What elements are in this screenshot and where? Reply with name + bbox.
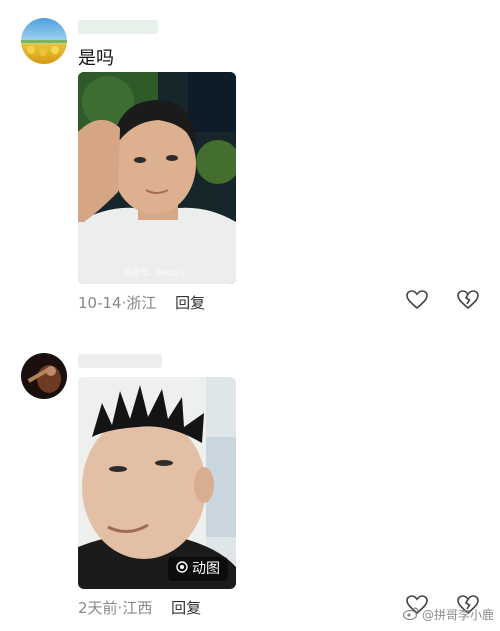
reply-button[interactable]: 回复 <box>171 599 201 617</box>
reply-button[interactable]: 回复 <box>175 294 205 312</box>
heart-outline-icon[interactable] <box>406 290 428 310</box>
comment-location: 江西 <box>122 599 153 617</box>
comment-item: 是吗 抖音号：dxkszl1 10-14·浙江 回复 <box>0 0 500 330</box>
avatar[interactable] <box>21 353 67 399</box>
comment-date: 10-14 <box>78 294 122 312</box>
gif-badge: 动图 <box>168 557 228 581</box>
username-redacted[interactable] <box>78 354 162 368</box>
comment-photo[interactable]: 动图 <box>78 377 236 589</box>
comment-photo[interactable]: 抖音号：dxkszl1 <box>78 72 236 284</box>
comment-item: 动图 2天前·江西 回复 @拼哥李小鹿 <box>0 335 500 631</box>
comment-location: 浙江 <box>126 294 157 312</box>
gif-label: 动图 <box>192 561 220 577</box>
video-watermark: 抖音号：dxkszl1 <box>124 268 187 277</box>
weibo-watermark: @拼哥李小鹿 <box>402 606 494 623</box>
weibo-watermark-text: @拼哥李小鹿 <box>421 608 494 622</box>
broken-heart-icon[interactable] <box>457 290 479 310</box>
weibo-logo-icon <box>402 606 419 623</box>
gif-icon <box>176 557 188 581</box>
username-redacted[interactable] <box>78 20 158 34</box>
comment-date: 2天前 <box>78 599 118 617</box>
avatar[interactable] <box>21 18 67 64</box>
comment-text: 是吗 <box>78 48 114 69</box>
comment-meta: 2天前·江西 回复 <box>78 599 202 617</box>
comment-meta: 10-14·浙江 回复 <box>78 294 206 312</box>
